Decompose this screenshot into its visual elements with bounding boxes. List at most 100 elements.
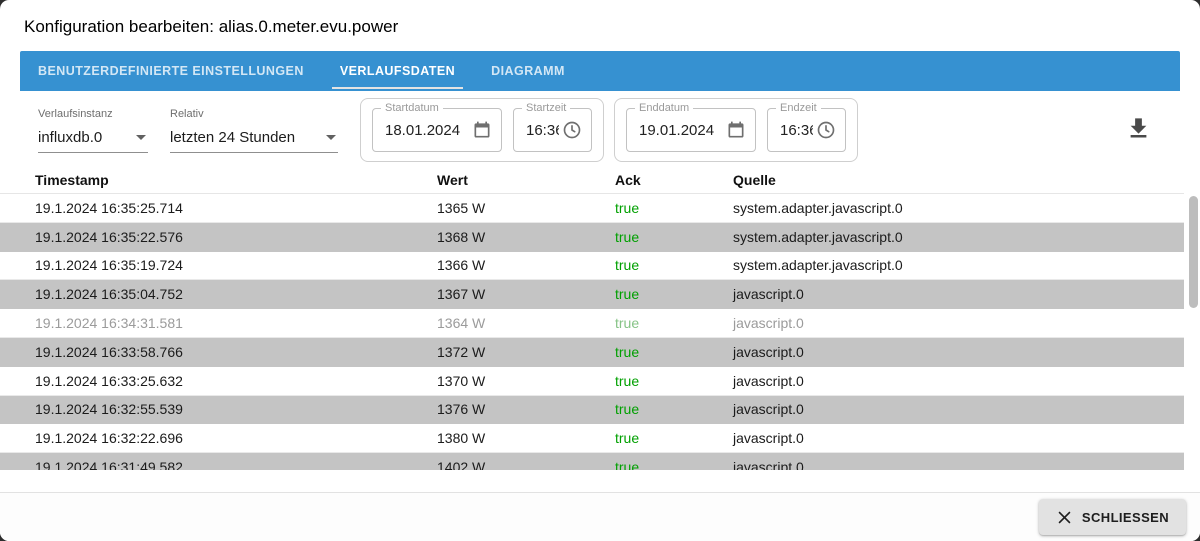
cell-timestamp: 19.1.2024 16:31:49.582 [35, 459, 437, 470]
close-icon [1056, 509, 1073, 526]
cell-timestamp: 19.1.2024 16:35:25.714 [35, 200, 437, 216]
cell-ack: true [615, 200, 733, 216]
history-instance-select-wrap: Verlaufsinstanz influxdb.0 [38, 108, 148, 153]
table-header: Timestamp Wert Ack Quelle [0, 167, 1184, 194]
close-button[interactable]: SCHLIESSEN [1039, 499, 1186, 535]
close-button-label: SCHLIESSEN [1082, 510, 1169, 525]
relative-range-select-wrap: Relativ letzten 24 Stunden [170, 108, 338, 153]
table-row[interactable]: 19.1.2024 16:32:55.5391376 Wtruejavascri… [0, 396, 1184, 425]
table-row[interactable]: 19.1.2024 16:35:25.7141365 Wtruesystem.a… [0, 194, 1184, 223]
cell-ack: true [615, 229, 733, 245]
end-date-field[interactable]: Enddatum 19.01.2024 [626, 108, 756, 152]
tab-bar: BENUTZERDEFINIERTE EINSTELLUNGEN VERLAUF… [20, 51, 1180, 91]
table-row[interactable]: 19.1.2024 16:32:22.6961380 Wtruejavascri… [0, 424, 1184, 453]
download-icon[interactable] [1125, 115, 1152, 145]
table-row[interactable]: 19.1.2024 16:35:04.7521367 Wtruejavascri… [0, 280, 1184, 309]
start-date-field[interactable]: Startdatum 18.01.2024 [372, 108, 502, 152]
start-datetime-group: Startdatum 18.01.2024 Startzeit 16:36 [360, 98, 604, 162]
cell-quelle: javascript.0 [733, 459, 1184, 470]
end-datetime-group: Enddatum 19.01.2024 Endzeit 16:36 [614, 98, 858, 162]
chevron-down-icon [326, 135, 336, 140]
filter-bar: Verlaufsinstanz influxdb.0 Relativ letzt… [0, 91, 1200, 167]
cell-quelle: system.adapter.javascript.0 [733, 229, 1184, 245]
table-row[interactable]: 19.1.2024 16:35:19.7241366 Wtruesystem.a… [0, 252, 1184, 281]
cell-timestamp: 19.1.2024 16:33:58.766 [35, 344, 437, 360]
edit-config-dialog: Konfiguration bearbeiten: alias.0.meter.… [0, 0, 1200, 541]
history-instance-label: Verlaufsinstanz [38, 108, 148, 120]
start-date-value: 18.01.2024 [385, 122, 469, 139]
table-row[interactable]: 19.1.2024 16:33:58.7661372 Wtruejavascri… [0, 338, 1184, 367]
cell-quelle: javascript.0 [733, 373, 1184, 389]
tab-custom-settings[interactable]: BENUTZERDEFINIERTE EINSTELLUNGEN [20, 51, 322, 91]
cell-wert: 1380 W [437, 430, 615, 446]
table-row[interactable]: 19.1.2024 16:33:25.6321370 Wtruejavascri… [0, 367, 1184, 396]
end-time-label: Endzeit [776, 102, 821, 114]
cell-quelle: javascript.0 [733, 430, 1184, 446]
cell-timestamp: 19.1.2024 16:32:55.539 [35, 401, 437, 417]
history-table: Timestamp Wert Ack Quelle 19.1.2024 16:3… [0, 167, 1200, 470]
cell-wert: 1376 W [437, 401, 615, 417]
tab-diagram[interactable]: DIAGRAMM [473, 51, 583, 91]
table-row[interactable]: 19.1.2024 16:34:31.5811364 Wtruejavascri… [0, 309, 1184, 338]
cell-quelle: javascript.0 [733, 315, 1184, 331]
cell-wert: 1372 W [437, 344, 615, 360]
column-header-timestamp[interactable]: Timestamp [35, 172, 437, 188]
dialog-footer: SCHLIESSEN [0, 492, 1200, 541]
cell-timestamp: 19.1.2024 16:35:22.576 [35, 229, 437, 245]
relative-range-label: Relativ [170, 108, 338, 120]
cell-timestamp: 19.1.2024 16:32:22.696 [35, 430, 437, 446]
start-time-field[interactable]: Startzeit 16:36 [513, 108, 592, 152]
cell-ack: true [615, 459, 733, 470]
cell-ack: true [615, 315, 733, 331]
table-body: 19.1.2024 16:35:25.7141365 Wtruesystem.a… [0, 194, 1184, 470]
clock-icon[interactable] [559, 117, 585, 143]
cell-ack: true [615, 430, 733, 446]
history-instance-value: influxdb.0 [38, 129, 102, 146]
end-date-value: 19.01.2024 [639, 122, 723, 139]
table-row[interactable]: 19.1.2024 16:35:22.5761368 Wtruesystem.a… [0, 223, 1184, 252]
column-header-wert[interactable]: Wert [437, 172, 615, 188]
cell-wert: 1367 W [437, 286, 615, 302]
cell-ack: true [615, 344, 733, 360]
table-row[interactable]: 19.1.2024 16:31:49.5821402 Wtruejavascri… [0, 453, 1184, 470]
page-title: Konfiguration bearbeiten: alias.0.meter.… [0, 0, 1200, 37]
column-header-ack[interactable]: Ack [615, 172, 733, 188]
relative-range-select[interactable]: letzten 24 Stunden [170, 127, 338, 153]
history-instance-select[interactable]: influxdb.0 [38, 127, 148, 153]
scrollbar-thumb[interactable] [1189, 196, 1198, 308]
end-time-field[interactable]: Endzeit 16:36 [767, 108, 846, 152]
clock-icon[interactable] [813, 117, 839, 143]
cell-ack: true [615, 401, 733, 417]
cell-quelle: system.adapter.javascript.0 [733, 200, 1184, 216]
scrollbar-track[interactable] [1188, 194, 1198, 470]
end-date-label: Enddatum [635, 102, 693, 114]
start-date-label: Startdatum [381, 102, 443, 114]
cell-wert: 1370 W [437, 373, 615, 389]
start-time-value: 16:36 [526, 122, 559, 139]
cell-wert: 1366 W [437, 257, 615, 273]
cell-ack: true [615, 373, 733, 389]
cell-timestamp: 19.1.2024 16:35:19.724 [35, 257, 437, 273]
chevron-down-icon [136, 135, 146, 140]
cell-wert: 1368 W [437, 229, 615, 245]
cell-wert: 1364 W [437, 315, 615, 331]
cell-wert: 1365 W [437, 200, 615, 216]
cell-quelle: javascript.0 [733, 344, 1184, 360]
cell-quelle: javascript.0 [733, 286, 1184, 302]
relative-range-value: letzten 24 Stunden [170, 129, 295, 146]
end-time-value: 16:36 [780, 122, 813, 139]
cell-timestamp: 19.1.2024 16:33:25.632 [35, 373, 437, 389]
start-time-label: Startzeit [522, 102, 570, 114]
column-header-quelle[interactable]: Quelle [733, 172, 1184, 188]
spacer [0, 470, 1200, 492]
cell-timestamp: 19.1.2024 16:35:04.752 [35, 286, 437, 302]
calendar-icon[interactable] [469, 117, 495, 143]
cell-timestamp: 19.1.2024 16:34:31.581 [35, 315, 437, 331]
tab-history-data[interactable]: VERLAUFSDATEN [322, 51, 473, 91]
cell-wert: 1402 W [437, 459, 615, 470]
calendar-icon[interactable] [723, 117, 749, 143]
cell-ack: true [615, 257, 733, 273]
cell-quelle: javascript.0 [733, 401, 1184, 417]
cell-quelle: system.adapter.javascript.0 [733, 257, 1184, 273]
cell-ack: true [615, 286, 733, 302]
